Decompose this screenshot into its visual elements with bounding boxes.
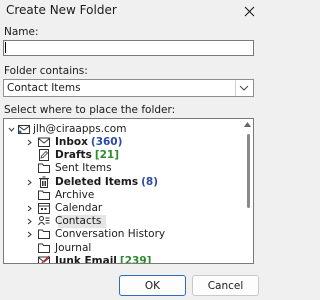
folder-contains-select[interactable]: Contact Items [3,79,254,97]
tree-item[interactable]: Conversation History [4,228,242,241]
tree-item-text: Conversation History [55,228,166,240]
contacts-icon [38,215,50,227]
tree-account-label: jlh@ciraapps.com [33,123,127,135]
chevron-right-icon[interactable] [25,202,34,215]
tree-item-label: Junk Email [239] [55,255,152,264]
tree-section-label: Select where to place the folder: [4,104,176,116]
mailbox-icon [18,123,30,135]
folder-icon [38,189,50,201]
title-bar: Create New Folder [0,0,264,24]
tree-scrollbar[interactable] [243,119,253,263]
calendar-icon [38,202,50,214]
chevron-right-icon[interactable] [25,228,34,241]
dialog-title: Create New Folder [6,3,117,17]
inbox-icon [38,136,50,148]
folder-contains-value: Contact Items [7,82,81,94]
drafts-icon [38,149,50,161]
tree-item-label: Journal [55,242,91,255]
tree-item-text: Junk Email [55,255,117,264]
tree-item-text: Deleted Items [55,176,139,188]
tree-item-text: Contacts [55,215,102,227]
tree-item[interactable]: Calendar [4,202,242,215]
trash-icon [38,176,50,188]
select-separator [235,80,236,96]
tree-item-label: Calendar [55,202,102,215]
scroll-up-icon[interactable] [244,122,251,127]
tree-item-label: Deleted Items (8) [55,176,158,189]
tree-item-text: Drafts [55,149,92,161]
chevron-down-icon[interactable] [237,81,251,95]
tree-item-label: Conversation History [55,228,165,241]
name-input[interactable] [3,40,254,56]
text-caret [5,42,6,53]
tree-item[interactable]: Sent Items [4,162,242,175]
tree-item-label: Inbox (360) [55,136,122,149]
tree-item-text: Calendar [55,202,103,214]
tree-item-label: Sent Items [55,162,112,175]
tree-item-label: Contacts [55,215,101,228]
cancel-button[interactable]: Cancel [192,275,259,296]
junk-icon [38,255,50,263]
folder-icon [38,242,50,254]
close-icon [244,6,254,16]
folder-icon [38,162,50,174]
tree-item-label: Drafts [21] [55,149,119,162]
name-label: Name: [4,26,39,38]
tree-item-count: [239] [119,255,152,264]
tree-item[interactable]: Junk Email [239] [4,255,242,264]
tree-item-label: Archive [55,189,94,202]
close-button[interactable] [236,0,262,22]
tree-item[interactable]: Archive [4,189,242,202]
tree-account-row[interactable]: jlh@ciraapps.com [4,123,244,136]
tree-item[interactable]: Drafts [21] [4,149,242,162]
chevron-right-icon[interactable] [25,176,34,189]
tree-item-count: [21] [94,149,120,161]
tree-item-count: (360) [90,136,123,148]
folder-icon [38,228,50,240]
tree-item-text: Journal [55,242,92,254]
folder-contains-label: Folder contains: [4,65,88,77]
tree-item-count: (8) [141,176,159,188]
tree-item-text: Archive [55,189,95,201]
tree-item[interactable]: Deleted Items (8) [4,176,242,189]
tree-item[interactable]: Inbox (360) [4,136,242,149]
tree-item-text: Sent Items [55,162,112,174]
chevron-right-icon[interactable] [25,215,34,228]
chevron-right-icon[interactable] [25,136,34,149]
folder-tree[interactable]: jlh@ciraapps.com Inbox (360) Drafts [21] Sen… [3,118,254,264]
tree-item[interactable]: Journal [4,242,242,255]
tree-item-text: Inbox [55,136,88,148]
ok-button[interactable]: OK [119,275,186,296]
tree-item[interactable]: Contacts [4,215,242,228]
chevron-expanded-icon[interactable] [7,123,16,136]
scrollbar-thumb[interactable] [247,134,250,208]
